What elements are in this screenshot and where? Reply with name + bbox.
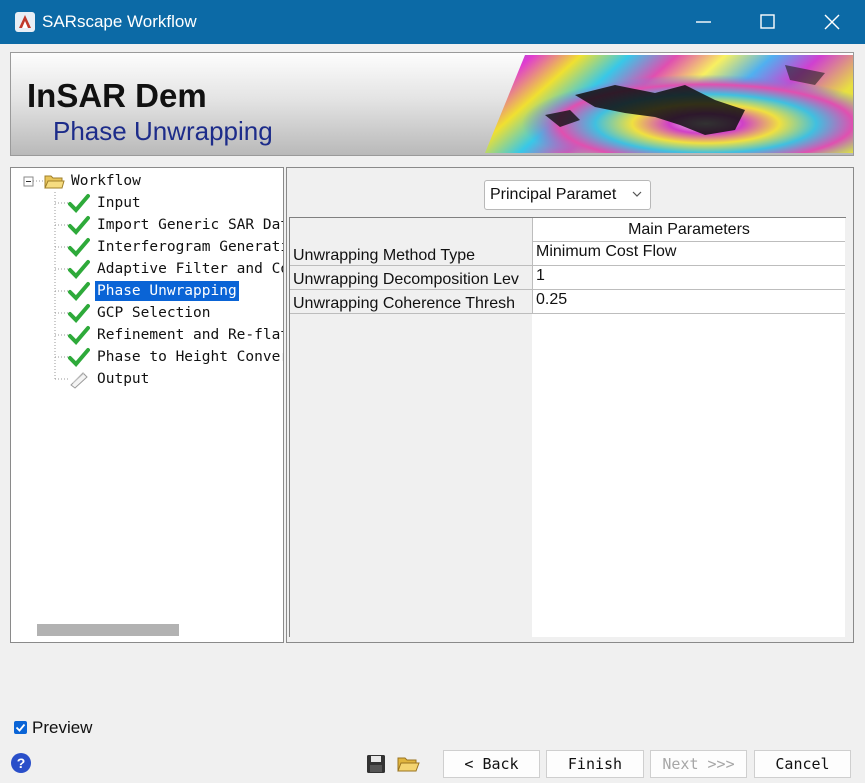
tree-item-interferogram-generation[interactable]: Interferogram Generation: [97, 237, 283, 257]
row-label-decomposition-level: Unwrapping Decomposition Lev: [290, 266, 532, 290]
title-bar: SARscape Workflow: [0, 0, 865, 44]
tree-item-phase-unwrapping[interactable]: Phase Unwrapping: [95, 281, 239, 301]
tree-root-workflow[interactable]: Workflow: [71, 171, 141, 191]
cancel-button[interactable]: Cancel: [754, 750, 851, 778]
parameters-table: Main Parameters Unwrapping Method Type M…: [289, 217, 846, 637]
minimize-icon: [696, 21, 711, 23]
minimize-button[interactable]: [672, 0, 736, 44]
tree-item-input[interactable]: Input: [97, 193, 141, 213]
maximize-button[interactable]: [736, 0, 800, 44]
window-title: SARscape Workflow: [42, 12, 197, 31]
workflow-title: InSAR Dem: [27, 77, 207, 114]
save-icon[interactable]: [364, 752, 388, 776]
tree-item-import-generic-sar-data[interactable]: Import Generic SAR Data: [97, 215, 283, 235]
tree-horizontal-scrollbar[interactable]: [37, 624, 179, 636]
checkmark-icon: [68, 348, 90, 367]
app-icon: [15, 12, 35, 32]
pencil-icon: [70, 372, 88, 389]
finish-button[interactable]: Finish: [546, 750, 644, 778]
tree-item-refinement[interactable]: Refinement and Re-flatt: [97, 325, 283, 345]
row-label-unwrapping-method: Unwrapping Method Type: [290, 242, 532, 266]
checkmark-icon: [68, 326, 90, 345]
parameter-category-value: Principal Paramet: [490, 186, 617, 203]
table-header-main-parameters: Main Parameters: [532, 218, 845, 242]
next-button[interactable]: Next >>>: [650, 750, 747, 778]
tree-item-phase-to-height[interactable]: Phase to Height Convers: [97, 347, 283, 367]
checkmark-icon: [68, 238, 90, 257]
checkmark-icon: [68, 304, 90, 323]
tree-item-adaptive-filter[interactable]: Adaptive Filter and Coh: [97, 259, 283, 279]
tree-item-gcp-selection[interactable]: GCP Selection: [97, 303, 211, 323]
checkmark-icon: [68, 194, 90, 213]
preview-checkbox[interactable]: [14, 721, 27, 734]
chevron-down-icon: [632, 191, 642, 197]
parameter-category-select[interactable]: Principal Paramet: [484, 180, 651, 210]
workflow-tree: Workflow Input Import Generic SAR Data I…: [10, 167, 284, 643]
checkmark-icon: [68, 282, 90, 301]
close-icon: [824, 14, 840, 30]
checkmark-icon: [68, 260, 90, 279]
row-value-coherence-threshold[interactable]: 0.25: [532, 290, 845, 314]
check-icon: [15, 723, 26, 732]
folder-open-icon: [44, 175, 65, 189]
open-folder-icon[interactable]: [396, 752, 420, 776]
header-banner: InSAR Dem Phase Unwrapping: [10, 52, 854, 156]
close-button[interactable]: [800, 0, 864, 44]
step-subtitle: Phase Unwrapping: [53, 116, 273, 146]
row-value-unwrapping-method[interactable]: Minimum Cost Flow: [532, 242, 845, 266]
help-icon[interactable]: ?: [11, 753, 31, 773]
maximize-icon: [760, 14, 775, 29]
back-button[interactable]: < Back: [443, 750, 540, 778]
preview-label: Preview: [32, 718, 93, 737]
row-label-coherence-threshold: Unwrapping Coherence Thresh: [290, 290, 532, 314]
tree-item-output[interactable]: Output: [97, 369, 149, 389]
checkmark-icon: [68, 216, 90, 235]
row-value-decomposition-level[interactable]: 1: [532, 266, 845, 290]
interferogram-image: [485, 55, 853, 153]
